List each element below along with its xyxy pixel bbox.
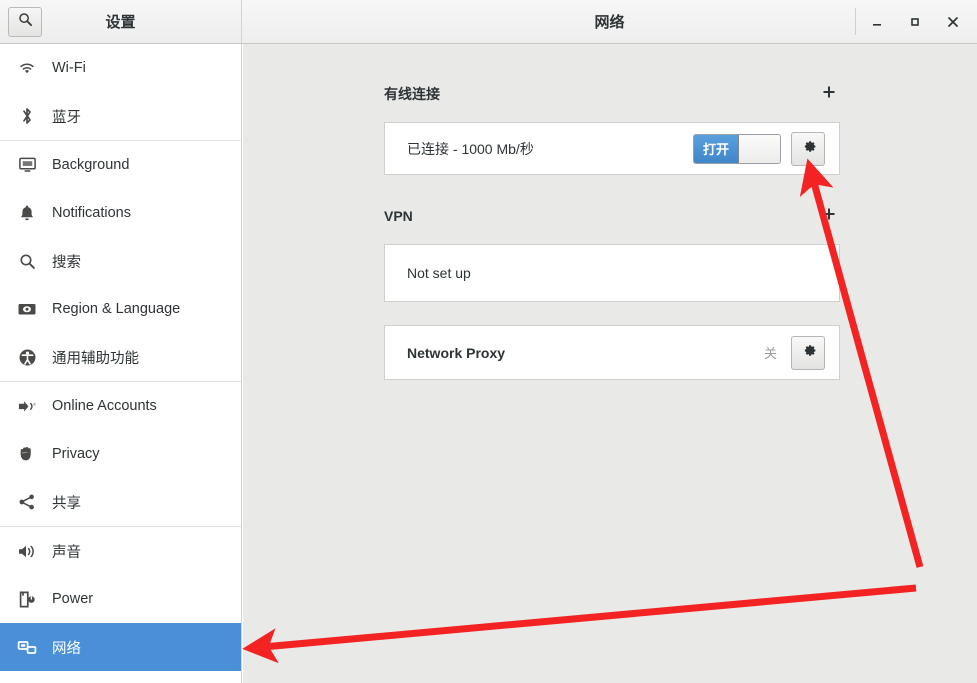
- vpn-section: VPN Not set up: [384, 202, 840, 302]
- network-icon: [14, 636, 40, 658]
- sidebar-item-[interactable]: 声音: [0, 527, 241, 575]
- window-titlebar: 网络: [242, 0, 977, 43]
- sidebar-item-privacy[interactable]: Privacy: [0, 430, 241, 478]
- network-proxy-label: Network Proxy: [407, 344, 506, 361]
- sidebar-item-label: 共享: [52, 495, 81, 512]
- wired-section-header: 有线连接: [384, 80, 840, 108]
- close-button[interactable]: [937, 6, 969, 38]
- minimize-button[interactable]: [861, 6, 893, 38]
- wired-status-label: 已连接 - 1000 Mb/秒: [407, 140, 534, 157]
- wired-toggle-knob: [739, 134, 780, 163]
- sidebar-item-online-accounts[interactable]: s Online Accounts: [0, 382, 241, 430]
- bluetooth-icon: [14, 105, 40, 127]
- gear-icon: [800, 138, 817, 160]
- network-proxy-state: 关: [763, 346, 777, 361]
- sharing-icon: [14, 491, 40, 513]
- vpn-section-header: VPN: [384, 202, 840, 230]
- network-proxy-settings-button[interactable]: [791, 335, 825, 370]
- network-proxy-row[interactable]: Network Proxy 关: [384, 325, 840, 380]
- sidebar-item-[interactable]: 网络: [0, 623, 241, 671]
- sidebar-item-label: Wi-Fi: [52, 60, 86, 76]
- main-content: 有线连接 已连接 - 1000 Mb/秒 打开 VPN Not set up N…: [243, 44, 977, 683]
- sidebar-item-label: Power: [52, 591, 94, 607]
- add-vpn-button[interactable]: [818, 205, 840, 227]
- network-proxy-section: Network Proxy 关: [384, 325, 840, 380]
- wired-toggle-on-label: 打开: [694, 134, 739, 163]
- settings-window: 设置 网络 Wi-Fi 蓝牙 Background Notifications …: [0, 0, 977, 683]
- sidebar-item-label: 通用辅助功能: [52, 350, 139, 367]
- search-icon: [18, 12, 33, 32]
- sidebar-item-label: 蓝牙: [52, 109, 81, 126]
- wired-connection-row[interactable]: 已连接 - 1000 Mb/秒 打开: [384, 122, 840, 175]
- sound-icon: [14, 540, 40, 562]
- sidebar-item-wi-fi[interactable]: Wi-Fi: [0, 44, 241, 92]
- accessibility-icon: [14, 346, 40, 368]
- vpn-row[interactable]: Not set up: [384, 244, 840, 302]
- search-button[interactable]: [8, 6, 42, 37]
- power-icon: [14, 588, 40, 610]
- region-icon: [14, 298, 40, 320]
- sidebar-item-power[interactable]: Power: [0, 575, 241, 623]
- sidebar-item-label: 声音: [52, 544, 81, 561]
- titlebar-separator: [855, 8, 856, 35]
- minimize-icon: [870, 15, 884, 29]
- svg-text:s: s: [33, 402, 36, 407]
- sidebar-item-[interactable]: 蓝牙: [0, 92, 241, 140]
- sidebar-item-label: 搜索: [52, 254, 81, 271]
- bell-icon: [14, 202, 40, 224]
- plus-icon: [821, 84, 837, 105]
- sidebar: Wi-Fi 蓝牙 Background Notifications 搜索 Region &…: [0, 44, 242, 683]
- wired-toggle[interactable]: 打开: [693, 133, 781, 164]
- sidebar-item-notifications[interactable]: Notifications: [0, 189, 241, 237]
- titlebar: 设置 网络: [0, 0, 977, 44]
- wired-settings-button[interactable]: [791, 131, 825, 166]
- sidebar-item-label: Privacy: [52, 446, 100, 462]
- plus-icon: [821, 206, 837, 227]
- search-icon: [14, 250, 40, 272]
- wired-section: 有线连接 已连接 - 1000 Mb/秒 打开: [384, 80, 840, 175]
- maximize-icon: [908, 15, 922, 29]
- wifi-icon: [14, 57, 40, 79]
- maximize-button[interactable]: [899, 6, 931, 38]
- sidebar-item-label: Region & Language: [52, 301, 181, 317]
- online-accounts-icon: s: [14, 395, 40, 417]
- sidebar-item-[interactable]: 共享: [0, 478, 241, 526]
- sidebar-item-label: Online Accounts: [52, 398, 157, 414]
- wired-section-title: 有线连接: [384, 86, 440, 102]
- sidebar-header: 设置: [0, 0, 242, 43]
- sidebar-item-region-language[interactable]: Region & Language: [0, 285, 241, 333]
- close-icon: [946, 15, 960, 29]
- vpn-section-title: VPN: [384, 208, 413, 224]
- vpn-status-label: Not set up: [407, 265, 471, 281]
- window-controls: [861, 0, 969, 43]
- sidebar-item-[interactable]: 搜索: [0, 237, 241, 285]
- add-wired-button[interactable]: [818, 83, 840, 105]
- sidebar-item-label: Background: [52, 157, 130, 173]
- sidebar-item-[interactable]: 通用辅助功能: [0, 333, 241, 381]
- gear-icon: [800, 342, 817, 364]
- sidebar-item-background[interactable]: Background: [0, 141, 241, 189]
- sidebar-item-label: 网络: [52, 640, 81, 657]
- privacy-hand-icon: [14, 443, 40, 465]
- background-icon: [14, 154, 40, 176]
- sidebar-item-label: Notifications: [52, 205, 131, 221]
